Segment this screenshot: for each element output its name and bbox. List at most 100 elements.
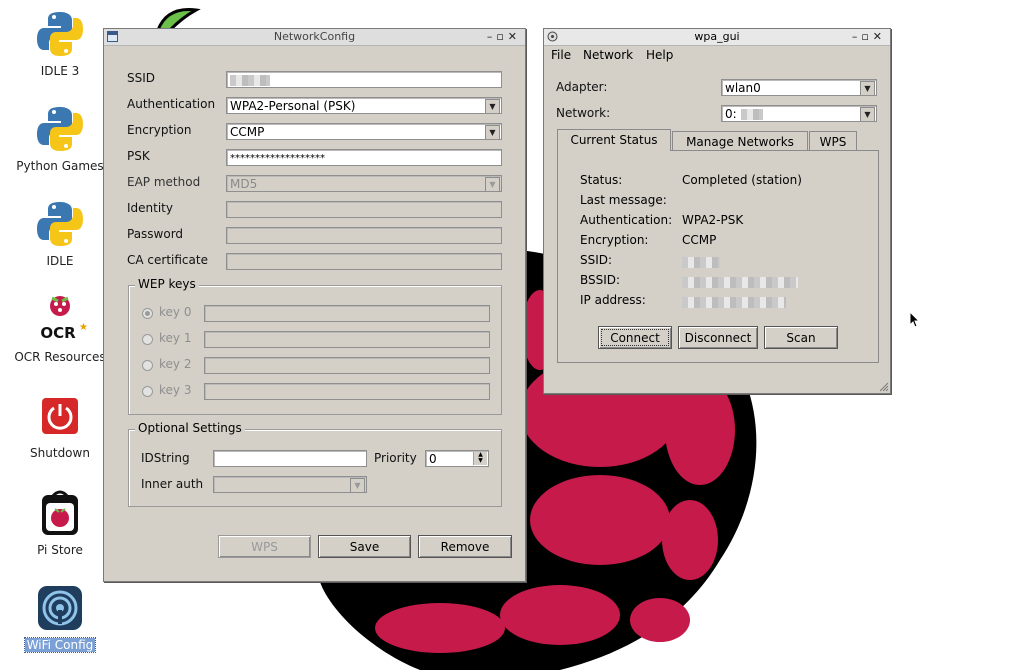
inner-auth-select[interactable]: ▼ bbox=[213, 476, 367, 493]
status-key: BSSID: bbox=[580, 273, 621, 287]
redacted-value bbox=[740, 109, 763, 120]
connect-button[interactable]: Connect bbox=[598, 326, 672, 349]
window-title: NetworkConfig bbox=[273, 30, 356, 43]
maximize-icon[interactable]: ▫ bbox=[861, 30, 872, 43]
scan-button[interactable]: Scan bbox=[764, 326, 838, 349]
chevron-down-icon: ▼ bbox=[860, 107, 875, 121]
pi-store-icon bbox=[42, 490, 78, 535]
wpa-gui-titlebar[interactable]: wpa_gui –▫✕ bbox=[544, 29, 890, 46]
tab-manage-networks[interactable]: Manage Networks bbox=[672, 131, 808, 151]
chevron-down-icon: ▼ bbox=[350, 478, 365, 492]
close-icon[interactable]: ✕ bbox=[508, 30, 521, 43]
idstring-label: IDString bbox=[141, 451, 190, 465]
wep-key0-field[interactable] bbox=[204, 305, 490, 322]
window-menu-icon[interactable] bbox=[547, 31, 558, 42]
status-value: Completed (station) bbox=[682, 173, 802, 187]
minimize-icon[interactable]: – bbox=[852, 30, 862, 43]
disconnect-button[interactable]: Disconnect bbox=[678, 326, 758, 349]
wep-key2-radio[interactable] bbox=[142, 360, 153, 371]
status-key: Last message: bbox=[580, 193, 667, 207]
window-controls: –▫✕ bbox=[487, 29, 521, 45]
encryption-select[interactable]: CCMP ▼ bbox=[226, 123, 502, 140]
status-value bbox=[682, 275, 798, 289]
wep-key2-field[interactable] bbox=[204, 357, 490, 374]
wep-key3-field[interactable] bbox=[204, 383, 490, 400]
maximize-icon[interactable]: ▫ bbox=[496, 30, 507, 43]
wifi-icon bbox=[38, 586, 82, 630]
status-value bbox=[682, 255, 720, 269]
inner-auth-label: Inner auth bbox=[141, 477, 204, 491]
password-field[interactable] bbox=[226, 227, 502, 244]
status-value: CCMP bbox=[682, 233, 717, 247]
python-icon bbox=[37, 202, 83, 246]
wep-keys-group: WEP keys key 0 key 1 key 2 key 3 bbox=[128, 277, 502, 415]
adapter-label: Adapter: bbox=[556, 80, 608, 94]
wep-key1-field[interactable] bbox=[204, 331, 490, 348]
adapter-select[interactable]: wlan0 ▼ bbox=[721, 79, 877, 96]
chevron-down-icon: ▼ bbox=[860, 81, 875, 95]
window-menu-icon[interactable] bbox=[107, 31, 118, 42]
ssid-field[interactable] bbox=[226, 71, 502, 88]
save-button[interactable]: Save bbox=[318, 535, 411, 558]
priority-label: Priority bbox=[374, 451, 417, 465]
redacted-value bbox=[682, 277, 798, 288]
wps-button[interactable]: WPS bbox=[218, 535, 311, 558]
network-label: Network: bbox=[556, 106, 611, 120]
svg-text:OCR: OCR bbox=[40, 324, 76, 342]
desktop-icon-label: WiFi Config bbox=[23, 637, 97, 653]
remove-button[interactable]: Remove bbox=[418, 535, 512, 558]
ssid-label: SSID bbox=[127, 71, 156, 85]
eap-method-select[interactable]: MD5 ▼ bbox=[226, 175, 502, 192]
desktop-icon-python-games[interactable]: Python Games bbox=[4, 101, 116, 173]
optional-settings-title: Optional Settings bbox=[135, 421, 245, 435]
network-select[interactable]: 0: ▼ bbox=[721, 105, 877, 122]
chevron-down-icon: ▼ bbox=[485, 125, 500, 139]
idstring-field[interactable] bbox=[213, 450, 367, 467]
identity-label: Identity bbox=[127, 201, 173, 215]
menu-help[interactable]: Help bbox=[646, 48, 673, 62]
wep-keys-title: WEP keys bbox=[135, 277, 199, 291]
status-key: Status: bbox=[580, 173, 623, 187]
desktop-icon-wifi-config[interactable]: WiFi Config bbox=[4, 580, 116, 653]
ca-certificate-field[interactable] bbox=[226, 253, 502, 270]
psk-field[interactable]: ******************* bbox=[226, 149, 502, 166]
tab-wps[interactable]: WPS bbox=[809, 131, 857, 151]
ca-certificate-label: CA certificate bbox=[127, 253, 208, 267]
psk-label: PSK bbox=[127, 149, 150, 163]
desktop-icon-label: IDLE bbox=[46, 254, 74, 268]
menu-bar: File Network Help bbox=[544, 46, 890, 66]
power-icon bbox=[42, 398, 78, 434]
priority-spinbox[interactable]: 0 ▲ ▼ bbox=[425, 450, 489, 467]
redacted-value bbox=[230, 75, 270, 86]
eap-method-label: EAP method bbox=[127, 175, 201, 189]
desktop-icon-idle[interactable]: IDLE bbox=[4, 196, 116, 268]
tab-current-status[interactable]: Current Status bbox=[557, 129, 671, 151]
authentication-label: Authentication bbox=[127, 97, 216, 111]
wep-key3-radio[interactable] bbox=[142, 386, 153, 397]
desktop-icon-idle3[interactable]: IDLE 3 bbox=[4, 6, 116, 78]
wep-key0-label: key 0 bbox=[159, 305, 192, 319]
network-config-titlebar[interactable]: NetworkConfig –▫✕ bbox=[104, 29, 525, 46]
optional-settings-group: Optional Settings IDString Priority 0 ▲ ▼ … bbox=[128, 421, 502, 507]
chevron-down-icon: ▼ bbox=[485, 177, 500, 191]
resize-grip-icon[interactable] bbox=[877, 380, 889, 392]
status-key: Encryption: bbox=[580, 233, 649, 247]
identity-field[interactable] bbox=[226, 201, 502, 218]
wep-key1-radio[interactable] bbox=[142, 334, 153, 345]
network-config-window: NetworkConfig –▫✕ SSID Authentication WP… bbox=[103, 28, 526, 582]
minimize-icon[interactable]: – bbox=[487, 30, 497, 43]
desktop-icon-pi-store[interactable]: Pi Store bbox=[4, 485, 116, 557]
chevron-down-icon: ▼ bbox=[485, 99, 500, 113]
wep-key0-radio[interactable] bbox=[142, 308, 153, 319]
desktop-icon-label: Python Games bbox=[16, 159, 104, 173]
menu-network[interactable]: Network bbox=[583, 48, 633, 62]
redacted-value bbox=[682, 257, 720, 268]
status-value: WPA2-PSK bbox=[682, 213, 744, 227]
desktop-icon-shutdown[interactable]: Shutdown bbox=[4, 388, 116, 460]
menu-file[interactable]: File bbox=[551, 48, 571, 62]
authentication-select[interactable]: WPA2-Personal (PSK) ▼ bbox=[226, 97, 502, 114]
window-title: wpa_gui bbox=[694, 30, 740, 43]
desktop-icon-ocr-resources[interactable]: OCR ★ OCR Resources bbox=[4, 292, 116, 364]
close-icon[interactable]: ✕ bbox=[873, 30, 886, 43]
spin-arrows-icon[interactable]: ▲ ▼ bbox=[473, 452, 487, 465]
